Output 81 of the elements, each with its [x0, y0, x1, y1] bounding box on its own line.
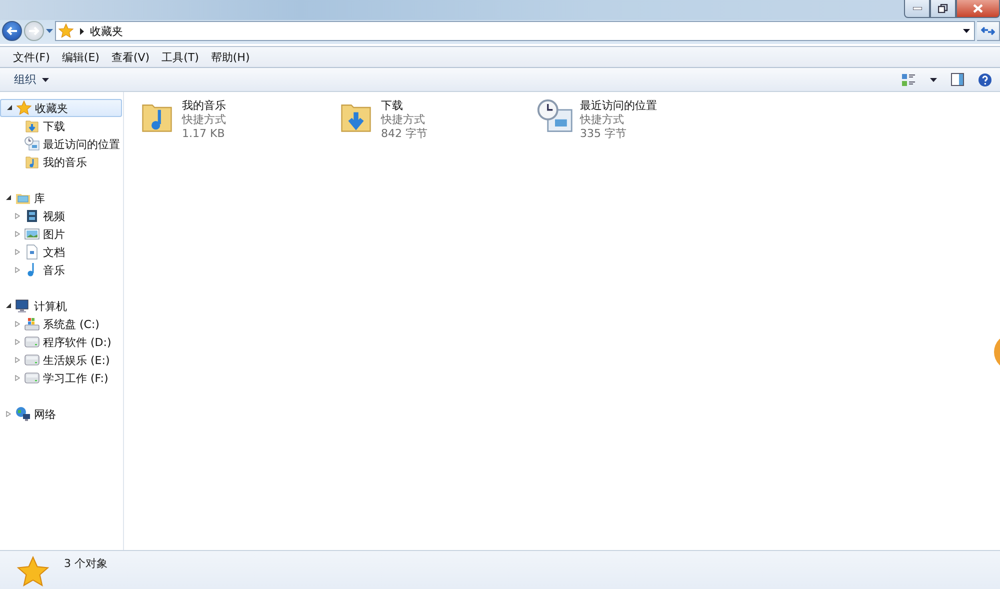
- menu-item[interactable]: 编辑(E): [56, 50, 104, 64]
- organize-menu[interactable]: 组织: [10, 70, 53, 89]
- drive-icon: [24, 352, 40, 368]
- network-icon: [15, 406, 31, 422]
- item-count: 3 个对象: [64, 556, 108, 572]
- menu-item[interactable]: 查看(V): [106, 50, 155, 64]
- expand-arrow-icon[interactable]: [15, 267, 20, 273]
- tree-item[interactable]: 收藏夹: [0, 99, 122, 117]
- file-name: 下载: [381, 98, 403, 113]
- tree-item[interactable]: 文档: [0, 243, 123, 261]
- caret-icon[interactable]: [963, 29, 970, 33]
- document-icon: [24, 244, 40, 260]
- view-options-icon[interactable]: [902, 72, 916, 86]
- tree-item[interactable]: 网络: [0, 405, 123, 423]
- arrow-left-icon: [6, 26, 18, 36]
- expand-arrow-icon[interactable]: [15, 375, 20, 381]
- file-item[interactable]: 最近访问的位置 快捷方式 335 字节: [536, 98, 735, 141]
- drive-icon: [24, 316, 40, 332]
- expand-arrow-icon[interactable]: [15, 321, 20, 327]
- close-button[interactable]: [956, 0, 1000, 18]
- collapse-arrow-icon[interactable]: [6, 303, 11, 309]
- file-size: 1.17 KB: [182, 127, 226, 141]
- tree-item[interactable]: 计算机: [0, 297, 123, 315]
- caret-icon[interactable]: [930, 78, 937, 82]
- menu-item[interactable]: 帮助(H): [206, 50, 255, 64]
- file-item[interactable]: 下载 快捷方式 842 字节: [337, 98, 536, 141]
- refresh-button[interactable]: [977, 21, 1000, 41]
- minimize-button[interactable]: [904, 0, 930, 18]
- folder-icon: [24, 118, 40, 134]
- arrow-right-icon: [28, 26, 40, 36]
- breadcrumb[interactable]: 收藏夹: [90, 24, 123, 38]
- tree-item[interactable]: 下载: [0, 117, 123, 135]
- tree-item[interactable]: 系统盘 (C:): [0, 315, 123, 333]
- menu-item[interactable]: 工具(T): [156, 50, 204, 64]
- drive-icon: [24, 334, 40, 350]
- tree-item[interactable]: 图片: [0, 225, 123, 243]
- expand-arrow-icon[interactable]: [15, 213, 20, 219]
- minimize-icon: [912, 7, 922, 10]
- drive-icon: [24, 370, 40, 386]
- preview-pane-icon[interactable]: [951, 73, 964, 86]
- back-button[interactable]: [2, 21, 22, 41]
- collapse-arrow-icon[interactable]: [7, 105, 12, 111]
- file-item[interactable]: 我的音乐 快捷方式 1.17 KB: [138, 98, 337, 141]
- expand-arrow-icon[interactable]: [15, 249, 20, 255]
- tree-item[interactable]: 库: [0, 189, 123, 207]
- file-name: 最近访问的位置: [580, 98, 657, 113]
- expand-arrow-icon[interactable]: [15, 339, 20, 345]
- file-size: 335 字节: [580, 127, 628, 141]
- restore-icon: [938, 4, 948, 13]
- tree-item[interactable]: 生活娱乐 (E:): [0, 351, 123, 369]
- refresh-icon: [981, 25, 995, 37]
- folder-icon: [24, 154, 40, 170]
- tree-item[interactable]: 视频: [0, 207, 123, 225]
- tree-item[interactable]: 最近访问的位置: [0, 135, 123, 153]
- file-type: 快捷方式: [182, 113, 226, 127]
- tree-item[interactable]: 音乐: [0, 261, 123, 279]
- file-type: 快捷方式: [381, 113, 426, 127]
- chevron-icon[interactable]: [80, 28, 84, 34]
- expand-arrow-icon[interactable]: [15, 231, 20, 237]
- help-icon[interactable]: [978, 72, 992, 86]
- file-name: 我的音乐: [182, 98, 226, 113]
- close-icon: [973, 4, 983, 13]
- star-icon: [16, 555, 50, 589]
- picture-icon: [24, 226, 40, 242]
- monitor-icon: [15, 298, 31, 314]
- star-icon: [16, 100, 32, 116]
- restore-button[interactable]: [930, 0, 956, 18]
- tree-item[interactable]: 学习工作 (F:): [0, 369, 123, 387]
- caret-icon: [42, 78, 49, 82]
- file-type: 快捷方式: [580, 113, 625, 127]
- film-icon: [24, 208, 40, 224]
- expand-arrow-icon[interactable]: [15, 357, 20, 363]
- menu-item[interactable]: 文件(F): [8, 50, 55, 64]
- tree-item[interactable]: 我的音乐: [0, 153, 123, 171]
- expand-arrow-icon[interactable]: [6, 411, 11, 417]
- star-icon: [58, 23, 74, 39]
- collapse-arrow-icon[interactable]: [6, 195, 11, 201]
- file-size: 842 字节: [381, 127, 428, 141]
- address-field[interactable]: 收藏夹: [55, 21, 975, 41]
- tree-item[interactable]: 程序软件 (D:): [0, 333, 123, 351]
- clock-icon: [24, 136, 40, 152]
